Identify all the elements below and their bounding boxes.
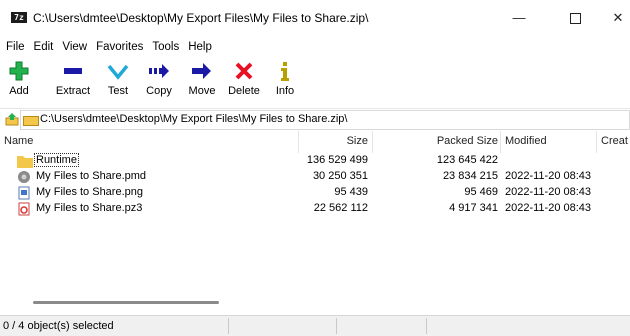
- address-bar: C:\Users\dmtee\Desktop\My Export Files\M…: [0, 108, 630, 132]
- title-bar: 7z C:\Users\dmtee\Desktop\My Export File…: [0, 0, 630, 36]
- png-file-icon: [17, 186, 31, 200]
- file-packed-size: 123 645 422: [436, 154, 498, 166]
- minimize-button[interactable]: —: [508, 8, 530, 28]
- file-packed-size: 23 834 215: [442, 170, 498, 182]
- column-divider[interactable]: [596, 131, 597, 153]
- scrollbar-thumb[interactable]: [33, 301, 219, 304]
- info-icon: [273, 58, 297, 84]
- extract-label: Extract: [55, 85, 91, 97]
- close-button[interactable]: ✕: [607, 8, 629, 28]
- file-list: Name Size Packed Size Modified Creat Run…: [0, 131, 630, 314]
- info-label: Info: [275, 85, 295, 97]
- file-packed-size: 95 469: [464, 186, 498, 198]
- menu-favorites[interactable]: Favorites: [91, 41, 147, 53]
- menu-help[interactable]: Help: [183, 41, 216, 53]
- file-name: Runtime: [34, 153, 79, 167]
- copy-label: Copy: [146, 85, 172, 97]
- status-divider: [336, 318, 337, 334]
- table-row[interactable]: My Files to Share.pmd 30 250 351 23 834 …: [0, 169, 630, 185]
- status-bar: 0 / 4 object(s) selected: [0, 315, 630, 336]
- column-header-created[interactable]: Creat: [601, 135, 628, 147]
- window-title: C:\Users\dmtee\Desktop\My Export Files\M…: [33, 11, 369, 25]
- table-row[interactable]: My Files to Share.pz3 22 562 112 4 917 3…: [0, 201, 630, 217]
- column-header-size[interactable]: Size: [300, 135, 368, 147]
- menu-edit[interactable]: Edit: [29, 41, 58, 53]
- folder-path-icon: [23, 116, 39, 126]
- file-name: My Files to Share.pmd: [36, 170, 147, 182]
- file-size: 136 529 499: [306, 154, 368, 166]
- toolbar: Add Extract Test Copy Move Delete Info: [0, 58, 630, 106]
- file-size: 22 562 112: [313, 202, 368, 214]
- pmd-file-icon: [17, 170, 31, 184]
- add-icon: [6, 58, 32, 84]
- file-modified: 2022-11-20 08:43: [505, 170, 592, 182]
- file-name: My Files to Share.png: [36, 186, 143, 198]
- menu-file[interactable]: File: [0, 41, 29, 53]
- file-size: 30 250 351: [312, 170, 368, 182]
- delete-label: Delete: [228, 85, 260, 97]
- maximize-button[interactable]: [564, 8, 586, 28]
- delete-icon: [227, 58, 261, 84]
- extract-icon: [53, 58, 93, 84]
- menu-bar: File Edit View Favorites Tools Help: [0, 37, 630, 57]
- up-folder-icon: [5, 113, 19, 126]
- test-label: Test: [107, 85, 129, 97]
- move-label: Move: [188, 85, 216, 97]
- column-header-packed-size[interactable]: Packed Size: [374, 135, 498, 147]
- selection-status: 0 / 4 object(s) selected: [3, 320, 114, 332]
- app-7zip-icon: 7z: [11, 12, 27, 23]
- menu-tools[interactable]: Tools: [147, 41, 183, 53]
- folder-icon: [17, 154, 33, 168]
- path-text: C:\Users\dmtee\Desktop\My Export Files\M…: [40, 113, 348, 125]
- add-button[interactable]: Add: [6, 58, 32, 97]
- status-divider: [228, 318, 229, 334]
- test-button[interactable]: Test: [104, 58, 132, 97]
- delete-button[interactable]: Delete: [227, 58, 261, 97]
- table-row[interactable]: My Files to Share.png 95 439 95 469 2022…: [0, 185, 630, 201]
- list-header: Name Size Packed Size Modified Creat: [0, 131, 630, 153]
- pz3-file-icon: [17, 202, 31, 216]
- copy-icon: [143, 58, 175, 84]
- column-header-modified[interactable]: Modified: [505, 135, 547, 147]
- menu-view[interactable]: View: [57, 41, 91, 53]
- add-label: Add: [9, 85, 29, 97]
- file-modified: 2022-11-20 08:43: [505, 202, 592, 214]
- column-divider[interactable]: [298, 131, 299, 153]
- move-icon: [186, 58, 218, 84]
- extract-button[interactable]: Extract: [53, 58, 93, 97]
- path-input[interactable]: C:\Users\dmtee\Desktop\My Export Files\M…: [20, 110, 630, 130]
- file-modified: 2022-11-20 08:43: [505, 186, 592, 198]
- copy-button[interactable]: Copy: [143, 58, 175, 97]
- info-button[interactable]: Info: [273, 58, 297, 97]
- column-header-name[interactable]: Name: [4, 135, 33, 147]
- file-size: 95 439: [334, 186, 368, 198]
- file-packed-size: 4 917 341: [449, 202, 498, 214]
- test-icon: [104, 58, 132, 84]
- up-folder-button[interactable]: [5, 112, 19, 129]
- move-button[interactable]: Move: [186, 58, 218, 97]
- file-name: My Files to Share.pz3: [36, 202, 143, 214]
- maximize-icon: [569, 13, 581, 25]
- status-divider: [426, 318, 427, 334]
- horizontal-scrollbar[interactable]: [0, 293, 630, 313]
- column-divider[interactable]: [500, 131, 501, 153]
- table-row[interactable]: Runtime 136 529 499 123 645 422: [0, 153, 630, 169]
- column-divider[interactable]: [372, 131, 373, 153]
